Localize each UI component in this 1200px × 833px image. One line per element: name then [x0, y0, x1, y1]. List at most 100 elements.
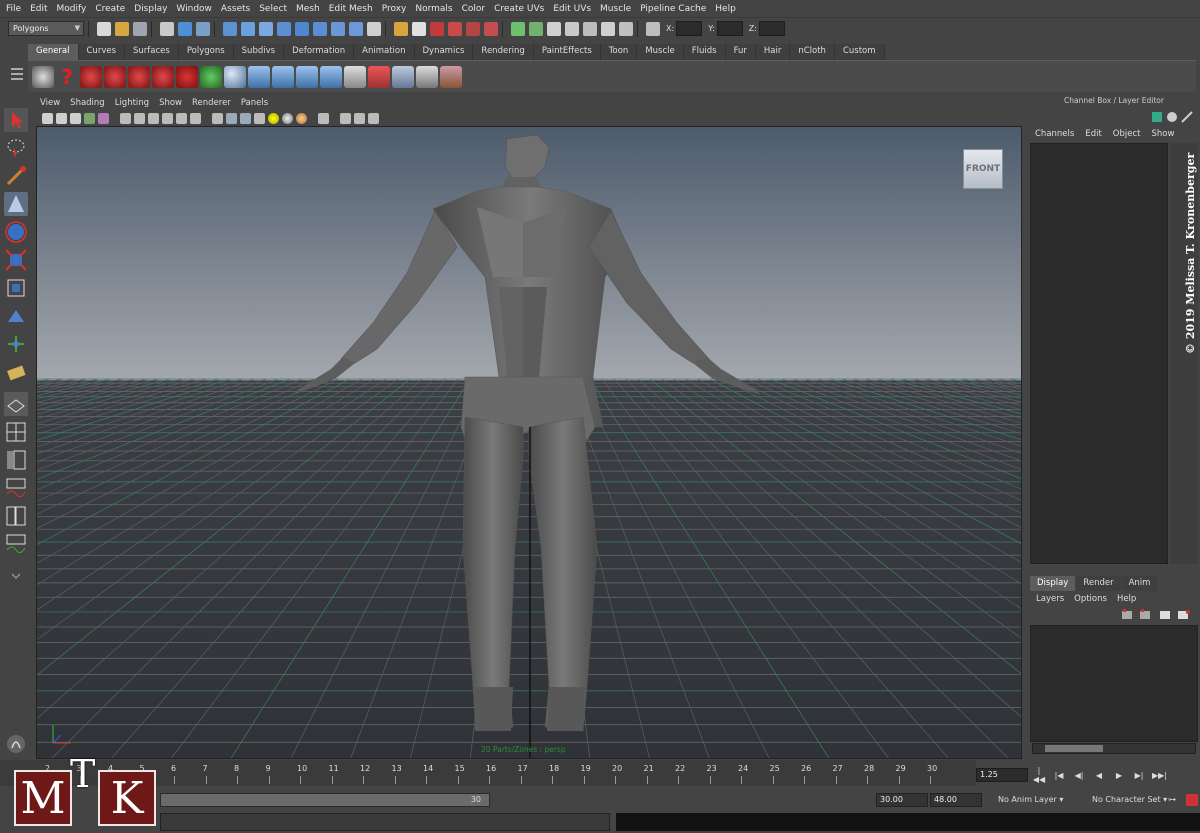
sphere-icon[interactable]	[224, 65, 246, 88]
shelf-tab-surfaces[interactable]: Surfaces	[125, 44, 179, 60]
lock-selection-icon[interactable]	[367, 21, 381, 36]
menu-color[interactable]: Color	[462, 4, 486, 14]
select-misc-icon[interactable]	[349, 21, 363, 36]
select-deformations-icon[interactable]	[295, 21, 309, 36]
menu-edit-mesh[interactable]: Edit Mesh	[329, 4, 373, 14]
resolution-gate-icon[interactable]	[148, 112, 159, 124]
rotate-tool-icon[interactable]	[4, 220, 28, 244]
go-to-start-icon[interactable]: |◀◀	[1032, 766, 1046, 784]
isolate-select-icon[interactable]	[318, 112, 329, 124]
menu-select[interactable]: Select	[259, 4, 287, 14]
ambient-occlusion-icon[interactable]	[296, 112, 307, 124]
select-handles-icon[interactable]	[223, 21, 237, 36]
universal-manipulator-icon[interactable]	[4, 276, 28, 300]
layer-tab-display[interactable]: Display	[1030, 576, 1076, 591]
snap-point-icon[interactable]	[430, 21, 444, 36]
y-field[interactable]	[716, 21, 743, 36]
soft-mod-tool-icon[interactable]	[4, 304, 28, 328]
step-forward-key-icon[interactable]: ▶|	[1132, 771, 1146, 780]
shelf-tab-custom[interactable]: Custom	[834, 44, 885, 60]
move-layer-down-icon[interactable]	[1140, 609, 1150, 619]
channel-box-menu-object[interactable]: Object	[1113, 129, 1141, 139]
film-reel-icon[interactable]	[32, 65, 54, 88]
scrollbar-thumb[interactable]	[1045, 745, 1103, 752]
animation-prefs-icon[interactable]	[1186, 794, 1198, 806]
wireframe-icon[interactable]	[212, 112, 223, 124]
viewport-persp[interactable]: FRONT 20 Parts/Zones : persp	[36, 126, 1022, 759]
panel-menu-lighting[interactable]: Lighting	[115, 98, 149, 108]
command-line-input[interactable]	[160, 813, 610, 831]
lasso-script-icon[interactable]	[176, 65, 198, 88]
play-backwards-icon[interactable]: ◀	[1092, 771, 1106, 780]
field-chart-icon[interactable]	[176, 112, 187, 124]
panel-menu-show[interactable]: Show	[159, 98, 182, 108]
menu-pipeline-cache[interactable]: Pipeline Cache	[640, 4, 706, 14]
wireframe-on-shaded-icon[interactable]	[240, 112, 251, 124]
menu-edit-uvs[interactable]: Edit UVs	[553, 4, 591, 14]
attribute-editor-icon[interactable]	[1167, 112, 1177, 122]
layer-tab-render[interactable]: Render	[1076, 576, 1121, 591]
select-hierarchy-icon[interactable]	[160, 21, 174, 36]
move-tool-icon[interactable]	[4, 192, 28, 216]
shelf-tab-fur[interactable]: Fur	[725, 44, 756, 60]
shelf-tab-ncloth[interactable]: nCloth	[790, 44, 835, 60]
menu-window[interactable]: Window	[176, 4, 212, 14]
menu-proxy[interactable]: Proxy	[382, 4, 407, 14]
paint-brush-icon[interactable]	[440, 65, 462, 88]
select-rendering-icon[interactable]	[331, 21, 345, 36]
panel-menu-shading[interactable]: Shading	[70, 98, 105, 108]
shelf-tab-painteffects[interactable]: PaintEffects	[533, 44, 601, 60]
script-tool-3-icon[interactable]	[128, 65, 150, 88]
channel-box-panel[interactable]	[1030, 143, 1168, 564]
green-script-icon[interactable]	[200, 65, 222, 88]
xray-components-icon[interactable]	[368, 112, 379, 124]
layout-persp-graph-icon[interactable]	[4, 532, 28, 556]
save-scene-icon[interactable]	[133, 21, 147, 36]
render-view-icon[interactable]	[601, 21, 615, 36]
move-layer-up-icon[interactable]	[1122, 609, 1132, 619]
bind-skin-icon[interactable]	[296, 65, 318, 88]
red-tool-icon[interactable]	[368, 65, 390, 88]
input-output-icon[interactable]	[484, 21, 498, 36]
paint-select-tool-icon[interactable]	[4, 164, 28, 188]
layout-single-pane-icon[interactable]	[4, 392, 28, 416]
menu-mesh[interactable]: Mesh	[296, 4, 320, 14]
make-live-icon[interactable]	[466, 21, 480, 36]
shadows-icon[interactable]	[282, 112, 293, 124]
play-forwards-icon[interactable]: ▶	[1112, 771, 1126, 780]
joint-tool-icon[interactable]	[248, 65, 270, 88]
window-icon[interactable]	[344, 65, 366, 88]
film-gate-icon[interactable]	[134, 112, 145, 124]
mel-script-icon[interactable]	[4, 732, 28, 756]
shelf-tab-rendering[interactable]: Rendering	[473, 44, 534, 60]
layer-tab-anim[interactable]: Anim	[1121, 576, 1158, 591]
snap-grid-icon[interactable]	[394, 21, 408, 36]
layout-graph-icon[interactable]	[4, 476, 28, 500]
menu-create[interactable]: Create	[95, 4, 125, 14]
layout-four-pane-icon[interactable]	[4, 420, 28, 444]
shelf-tab-fluids[interactable]: Fluids	[683, 44, 726, 60]
key-icon[interactable]: ⊶	[1168, 793, 1180, 807]
menu-muscle[interactable]: Muscle	[600, 4, 631, 14]
camera-attributes-icon[interactable]	[56, 112, 67, 124]
tool-settings-icon[interactable]	[1181, 111, 1193, 123]
construction-history-icon[interactable]	[511, 21, 525, 36]
select-object-icon[interactable]	[178, 21, 192, 36]
new-layer-selected-icon[interactable]	[1178, 610, 1190, 619]
select-tool-icon[interactable]	[4, 108, 28, 132]
select-camera-icon[interactable]	[42, 112, 53, 124]
select-component-icon[interactable]	[196, 21, 210, 36]
ik-handle-icon[interactable]	[272, 65, 294, 88]
menu-normals[interactable]: Normals	[415, 4, 452, 14]
last-used-tool-icon[interactable]	[4, 360, 28, 384]
shelf-tab-animation[interactable]: Animation	[354, 44, 415, 60]
use-lights-icon[interactable]	[268, 112, 279, 124]
help-question-icon[interactable]: ?	[56, 66, 78, 88]
menu-file[interactable]: File	[6, 4, 21, 14]
textured-icon[interactable]	[254, 112, 265, 124]
max-time-field[interactable]: 48.00	[930, 793, 982, 807]
shelf-tab-curves[interactable]: Curves	[78, 44, 126, 60]
snap-curve-icon[interactable]	[412, 21, 426, 36]
panel-menu-view[interactable]: View	[40, 98, 60, 108]
shelf-options-handle[interactable]	[10, 62, 24, 88]
